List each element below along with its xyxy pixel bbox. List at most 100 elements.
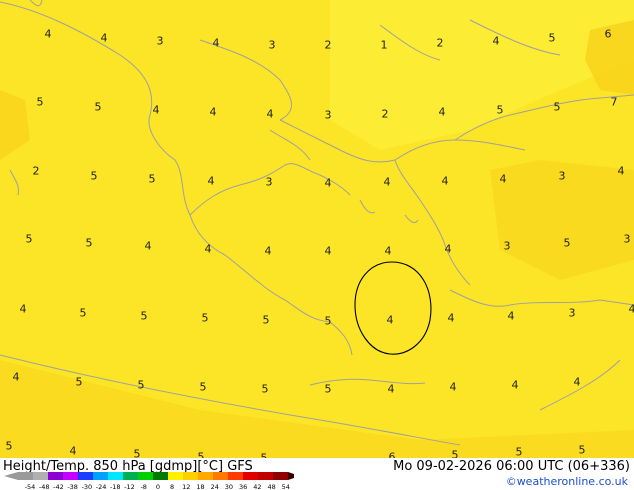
colorbar-swatch (93, 472, 109, 480)
colorbar-label: 42 (253, 483, 261, 490)
colorbar-swatch (18, 472, 34, 480)
colorbar-label: -12 (124, 483, 135, 490)
colorbar-label: 48 (267, 483, 275, 490)
grid-value: 2 (324, 38, 332, 52)
colorbar-swatch (33, 472, 49, 480)
grid-value: 4 (44, 27, 52, 41)
grid-value: 4 (449, 380, 457, 394)
grid-value: 5 (140, 309, 148, 323)
colorbar-label: -38 (67, 483, 78, 490)
grid-value: 3 (623, 232, 631, 246)
colorbar-swatch (48, 472, 64, 480)
grid-value: 4 (386, 313, 394, 327)
colorbar-swatch (108, 472, 124, 480)
colorbar-label: 54 (282, 483, 290, 490)
colorbar-swatch (183, 472, 199, 480)
grid-value: 5 (496, 103, 504, 117)
grid-value: 5 (451, 448, 459, 459)
grid-value: 7 (610, 95, 618, 109)
colorbar-swatch (213, 472, 229, 480)
grid-value: 4 (492, 34, 500, 48)
grid-value: 4 (617, 164, 625, 178)
grid-value: 2 (381, 107, 389, 121)
colorbar-label: -54 (25, 483, 36, 490)
grid-value: 4 (384, 244, 392, 258)
grid-value: 4 (204, 242, 212, 256)
grid-value: 4 (383, 175, 391, 189)
grid-value: 4 (209, 105, 217, 119)
grid-value: 4 (628, 302, 634, 316)
grid-value: 4 (207, 174, 215, 188)
grid-value: 5 (75, 375, 83, 389)
grid-value: 5 (79, 306, 87, 320)
grid-value: 4 (499, 172, 507, 186)
grid-value: 4 (511, 378, 519, 392)
grid-value: 4 (69, 444, 77, 458)
credit-link[interactable]: ©weatheronline.co.uk (506, 475, 628, 488)
grid-value: 4 (324, 176, 332, 190)
grid-value: 4 (444, 242, 452, 256)
grid-value: 5 (261, 382, 269, 396)
colorbar-swatch (168, 472, 184, 480)
grid-value: 3 (503, 239, 511, 253)
grid-value: 5 (25, 232, 33, 246)
grid-value: 3 (156, 34, 164, 48)
grid-value: 3 (324, 108, 332, 122)
grid-value: 3 (268, 38, 276, 52)
colorbar-label: -8 (140, 483, 146, 490)
colorbar-swatch (258, 472, 274, 480)
grid-value: 4 (438, 105, 446, 119)
colorbar-label: -42 (53, 483, 64, 490)
colorbar-label: 12 (182, 483, 190, 490)
colorbar-swatch (138, 472, 154, 480)
grid-value: 4 (573, 375, 581, 389)
grid-value: 1 (380, 38, 388, 52)
colorbar-swatch (78, 472, 94, 480)
grid-value: 5 (137, 378, 145, 392)
grid-value: 3 (558, 169, 566, 183)
grid-value: 4 (507, 309, 515, 323)
colorbar-swatch (228, 472, 244, 480)
grid-value: 4 (19, 302, 27, 316)
grid-value: 5 (133, 447, 141, 459)
grid-value: 2 (436, 36, 444, 50)
grid-value: 5 (324, 382, 332, 396)
grid-value: 2 (32, 164, 40, 178)
grid-value: 6 (604, 27, 612, 41)
colorbar-swatch (153, 472, 169, 480)
colorbar-label: -24 (96, 483, 107, 490)
grid-value: 4 (324, 244, 332, 258)
grid-value: 5 (85, 236, 93, 250)
colorbar-swatch (123, 472, 139, 480)
colorbar-label: -30 (82, 483, 93, 490)
colorbar-label: 30 (225, 483, 233, 490)
grid-value: 3 (568, 306, 576, 320)
colorbar-label: 24 (211, 483, 219, 490)
contour-line (354, 261, 432, 355)
grid-value: 5 (578, 443, 586, 457)
grid-value: 5 (197, 450, 205, 459)
grid-value: 5 (515, 445, 523, 459)
grid-value: 5 (148, 172, 156, 186)
grid-value: 5 (94, 100, 102, 114)
colorbar-swatch (63, 472, 79, 480)
grid-value: 4 (387, 382, 395, 396)
grid-value: 4 (100, 31, 108, 45)
colorbar-label: 0 (156, 483, 160, 490)
color-scale-bar: -54 -48 -42 -38 -30 -24 -18 -12 -8 0 8 12 18 24 30 36 42… (4, 472, 294, 490)
colorbar-swatch (198, 472, 214, 480)
colorbar-swatch (243, 472, 259, 480)
colorbar-label: 18 (196, 483, 204, 490)
grid-value: 4 (441, 174, 449, 188)
grid-value: 6 (388, 450, 396, 459)
colorbar-label: 36 (239, 483, 247, 490)
weather-map: 4 4 3 4 3 2 1 2 4 5 6 5 5 4 4 4 3 2 4 5 5 7 2 5 5 4 3 4 4 4 4 3 4 5 5 4 4 4 4 4… (0, 0, 634, 458)
grid-value: 4 (144, 239, 152, 253)
map-background (0, 0, 634, 458)
colorbar-swatch (273, 472, 289, 480)
grid-value: 5 (548, 31, 556, 45)
colorbar-label: -48 (39, 483, 50, 490)
colorbar-right-arrow (288, 472, 294, 480)
grid-value: 4 (152, 103, 160, 117)
grid-value: 4 (266, 107, 274, 121)
